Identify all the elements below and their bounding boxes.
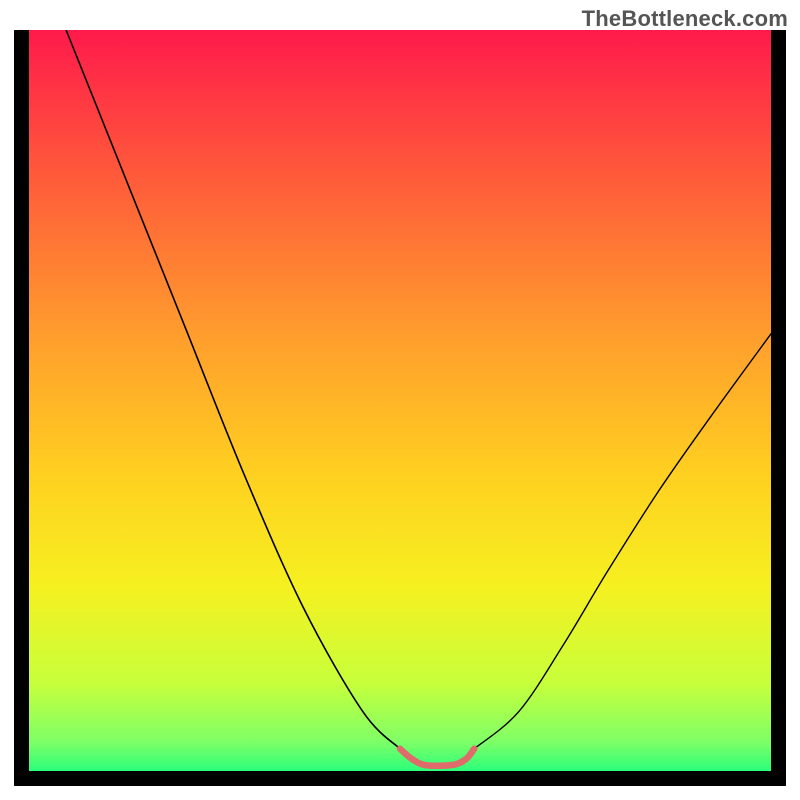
chart-stage: TheBottleneck.com <box>0 0 800 800</box>
frame-bottom <box>14 771 786 786</box>
bottleneck-chart <box>14 30 786 786</box>
plot-background <box>29 30 771 771</box>
chart-wrap <box>14 30 786 786</box>
frame-right <box>771 30 786 786</box>
frame-left <box>14 30 29 786</box>
watermark-text: TheBottleneck.com <box>582 6 788 32</box>
